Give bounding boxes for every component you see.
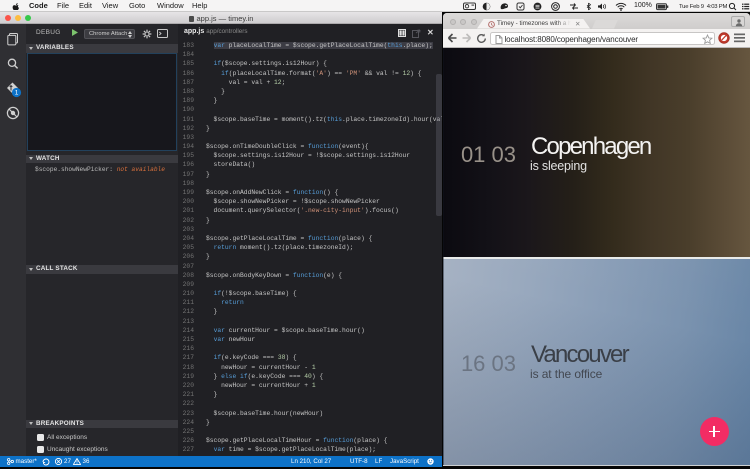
svg-text:1: 1 <box>15 90 19 97</box>
